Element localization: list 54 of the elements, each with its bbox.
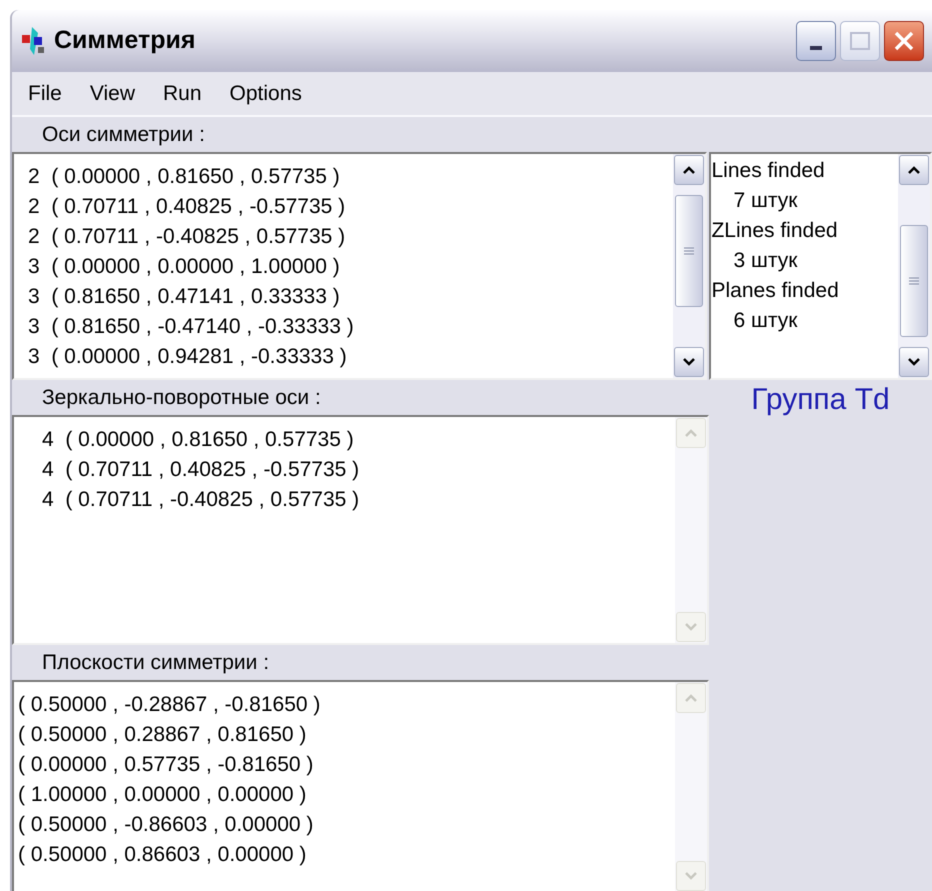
close-icon (893, 30, 915, 52)
list-item[interactable]: 3 ( 0.81650 , 0.47141 , 0.33333 ) (28, 282, 674, 312)
list-item[interactable]: 3 ( 0.00000 , 0.00000 , 1.00000 ) (28, 252, 674, 282)
chevron-down-icon (907, 357, 921, 367)
section-label: Плоскости симметрии : (42, 650, 270, 676)
chevron-down-icon (684, 622, 698, 632)
minimize-icon (810, 46, 822, 50)
list-item[interactable]: 4 ( 0.00000 , 0.81650 , 0.57735 ) (42, 425, 675, 455)
summary-title: Planes finded (711, 278, 840, 304)
close-button[interactable] (884, 21, 924, 61)
list-item[interactable]: ( 0.50000 , 0.28867 , 0.81650 ) (18, 720, 675, 750)
list-item[interactable]: 4 ( 0.70711 , 0.40825 , -0.57735 ) (42, 455, 675, 485)
maximize-icon (850, 32, 870, 50)
scrollbar[interactable] (673, 154, 706, 378)
menu-item[interactable]: Run (162, 78, 202, 110)
scroll-down-button[interactable] (899, 347, 929, 377)
summary-title: Lines finded (711, 158, 826, 184)
list-item[interactable]: 3 ( 0.00000 , 0.94281 , -0.33333 ) (28, 342, 674, 372)
chevron-up-icon (684, 693, 698, 703)
scroll-up-button[interactable] (899, 155, 929, 185)
summary-title: ZLines finded (711, 218, 839, 244)
list-item[interactable]: ( 1.00000 , 0.00000 , 0.00000 ) (18, 780, 675, 810)
list-item[interactable]: 2 ( 0.70711 , -0.40825 , 0.57735 ) (28, 222, 674, 252)
list-item[interactable]: ( 0.50000 , -0.28867 , -0.81650 ) (18, 690, 675, 720)
window-title: Симметрия (54, 25, 196, 56)
scroll-down-button[interactable] (674, 347, 704, 377)
scrollbar[interactable] (898, 154, 930, 378)
list-item[interactable]: ( 0.50000 , 0.86603 , 0.00000 ) (18, 840, 675, 870)
scroll-up-button[interactable] (674, 155, 704, 185)
minimize-button[interactable] (796, 21, 836, 61)
scrollbar-thumb[interactable] (900, 225, 928, 337)
grip-icon (684, 246, 694, 256)
summary-count: 7 штук (732, 188, 798, 214)
chevron-down-icon (684, 871, 698, 881)
list-item[interactable]: 2 ( 0.00000 , 0.81650 , 0.57735 ) (28, 162, 674, 192)
menu-item[interactable]: View (90, 78, 135, 110)
chevron-down-icon (682, 357, 696, 367)
summary-count: 3 штук (732, 248, 798, 274)
list-item[interactable]: 4 ( 0.70711 , -0.40825 , 0.57735 ) (42, 485, 675, 515)
scrollbar-thumb[interactable] (675, 195, 704, 307)
menu-item[interactable]: File (28, 78, 62, 110)
grip-icon (909, 276, 919, 286)
list-item[interactable]: ( 0.50000 , -0.86603 , 0.00000 ) (18, 810, 675, 840)
section-label: Оси симметрии : (42, 122, 205, 148)
chevron-up-icon (907, 165, 921, 175)
list-item[interactable]: ( 0.00000 , 0.57735 , -0.81650 ) (18, 750, 675, 780)
summary-count: 6 штук (732, 308, 798, 334)
group-label: Группа Td (751, 382, 890, 418)
menu-item[interactable]: Options (230, 78, 302, 110)
section-label: Зеркально-поворотные оси : (42, 384, 321, 411)
chevron-up-icon (684, 428, 698, 438)
list-item[interactable]: 3 ( 0.81650 , -0.47140 , -0.33333 ) (28, 312, 674, 342)
chevron-up-icon (682, 165, 696, 175)
list-item[interactable]: 2 ( 0.70711 , 0.40825 , -0.57735 ) (28, 192, 674, 222)
